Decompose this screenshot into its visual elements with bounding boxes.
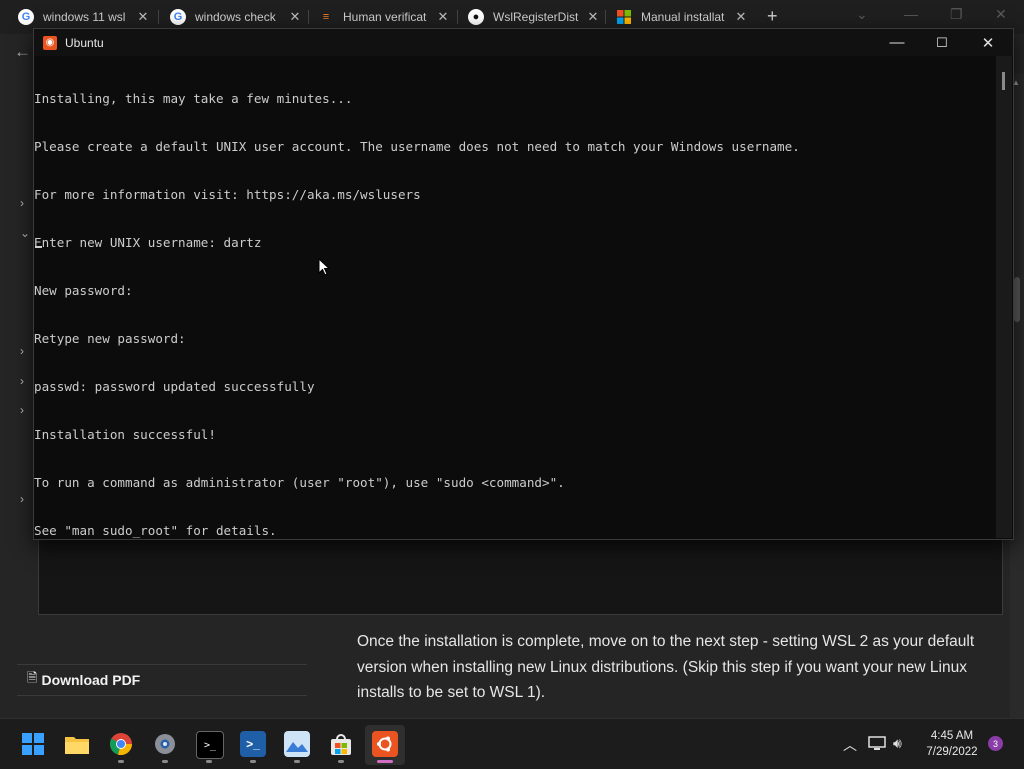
terminal-line: passwd: password updated successfully [34, 379, 315, 394]
tab-title: windows 11 wsl [43, 10, 126, 24]
terminal-line: Installing, this may take a few minutes.… [34, 91, 353, 106]
terminal-line: Installation successful! [34, 427, 216, 442]
download-pdf-label: Download PDF [41, 672, 141, 688]
active-indicator [377, 760, 393, 763]
clock-date: 7/29/2022 [926, 746, 978, 758]
file-explorer-icon[interactable] [64, 731, 90, 757]
back-arrow-icon[interactable]: ← [14, 42, 31, 62]
terminal-line: For more information visit: https://aka.… [34, 187, 421, 202]
taskbar: >_ >_ ︿ 🔊︎ 4:45 AM 7/29/2022 3 [0, 718, 1024, 769]
running-indicator [206, 760, 212, 763]
stackoverflow-icon: ≡ [322, 11, 330, 23]
text-cursor [35, 246, 42, 248]
settings-icon[interactable] [152, 731, 178, 757]
system-clock[interactable]: 4:45 AM 7/29/2022 [918, 728, 986, 760]
browser-minimize-icon[interactable]: — [904, 6, 918, 22]
terminal-scroll-thumb[interactable] [1002, 72, 1005, 90]
tab-title: Human verificat [343, 10, 427, 24]
terminal-icon[interactable]: >_ [196, 731, 224, 759]
tab-title: windows check [195, 10, 276, 24]
volume-icon[interactable]: 🔊︎ [893, 735, 902, 752]
article-paragraph: Once the installation is complete, move … [357, 633, 975, 701]
download-pdf-link[interactable]: 🗎 Download PDF [17, 664, 307, 696]
notification-badge[interactable]: 3 [988, 736, 1003, 751]
terminal-title-bar[interactable]: ◉ Ubuntu — ☐ ✕ [34, 29, 1013, 56]
browser-restore-icon[interactable]: ❐ [950, 6, 963, 23]
start-icon[interactable] [20, 731, 46, 757]
chevron-right-icon[interactable]: › [20, 374, 24, 388]
network-icon[interactable] [868, 735, 886, 754]
terminal-scrollbar[interactable] [996, 56, 1012, 538]
chevron-right-icon[interactable]: › [20, 344, 24, 358]
tab-close-icon[interactable]: ✕ [135, 9, 151, 25]
chevron-right-icon[interactable]: › [20, 196, 24, 210]
tab-windows-11-wsl[interactable]: G windows 11 wsl ✕ [0, 4, 151, 30]
google-icon: G [18, 9, 34, 25]
terminal-title: Ubuntu [65, 35, 104, 50]
chevron-right-icon[interactable]: › [20, 492, 24, 506]
tab-manual-installation[interactable]: Manual installat ✕ [598, 4, 749, 30]
powershell-icon[interactable]: >_ [240, 731, 266, 757]
terminal-line: Please create a default UNIX user accoun… [34, 139, 800, 154]
terminal-text: Installing, this may take a few minutes.… [34, 56, 996, 571]
tab-human-verification[interactable]: ≡ Human verificat ✕ [300, 4, 451, 30]
terminal-line: New password: [34, 283, 133, 298]
running-indicator [338, 760, 344, 763]
ubuntu-terminal-window[interactable]: ◉ Ubuntu — ☐ ✕ Installing, this may take… [33, 28, 1014, 540]
maximize-icon[interactable]: ☐ [919, 29, 965, 56]
terminal-line: Enter new UNIX username: dartz [34, 235, 262, 250]
terminal-line: To run a command as administrator (user … [34, 475, 565, 490]
github-icon: ● [468, 9, 484, 25]
tab-close-icon[interactable]: ✕ [733, 9, 749, 25]
terminal-line: See "man sudo_root" for details. [34, 523, 277, 538]
running-indicator [118, 760, 124, 763]
browser-close-icon[interactable]: ✕ [995, 6, 1007, 23]
store-icon[interactable] [328, 731, 354, 757]
ubuntu-icon[interactable] [372, 731, 398, 757]
chrome-icon[interactable] [108, 731, 134, 757]
running-indicator [162, 760, 168, 763]
ubuntu-icon: ◉ [43, 35, 57, 50]
page-scroll-thumb[interactable] [1014, 277, 1020, 322]
photos-icon[interactable] [284, 731, 310, 757]
running-indicator [294, 760, 300, 763]
tab-close-icon[interactable]: ✕ [435, 9, 451, 25]
clock-time: 4:45 AM [930, 730, 974, 742]
running-indicator [250, 760, 256, 763]
chevron-right-icon[interactable]: › [20, 403, 24, 417]
terminal-output[interactable]: Installing, this may take a few minutes.… [34, 56, 996, 538]
microsoft-icon [616, 9, 632, 25]
new-tab-button[interactable]: + [767, 6, 778, 27]
tab-wslregisterdistribution[interactable]: ● WslRegisterDist ✕ [450, 4, 601, 30]
chevron-down-icon[interactable]: ⌄ [20, 226, 30, 240]
show-hidden-icons-chevron-icon[interactable]: ︿ [843, 735, 857, 755]
minimize-icon[interactable]: — [874, 29, 920, 56]
tab-search-chevron-icon[interactable]: ⌄ [856, 6, 868, 23]
google-icon: G [170, 9, 186, 25]
close-icon[interactable]: ✕ [965, 29, 1011, 56]
tab-title: Manual installat [641, 10, 725, 24]
terminal-line: Retype new password: [34, 331, 186, 346]
document-icon: 🗎 [27, 670, 38, 685]
tab-title: WslRegisterDist [493, 10, 579, 24]
tab-windows-check[interactable]: G windows check ✕ [152, 4, 303, 30]
